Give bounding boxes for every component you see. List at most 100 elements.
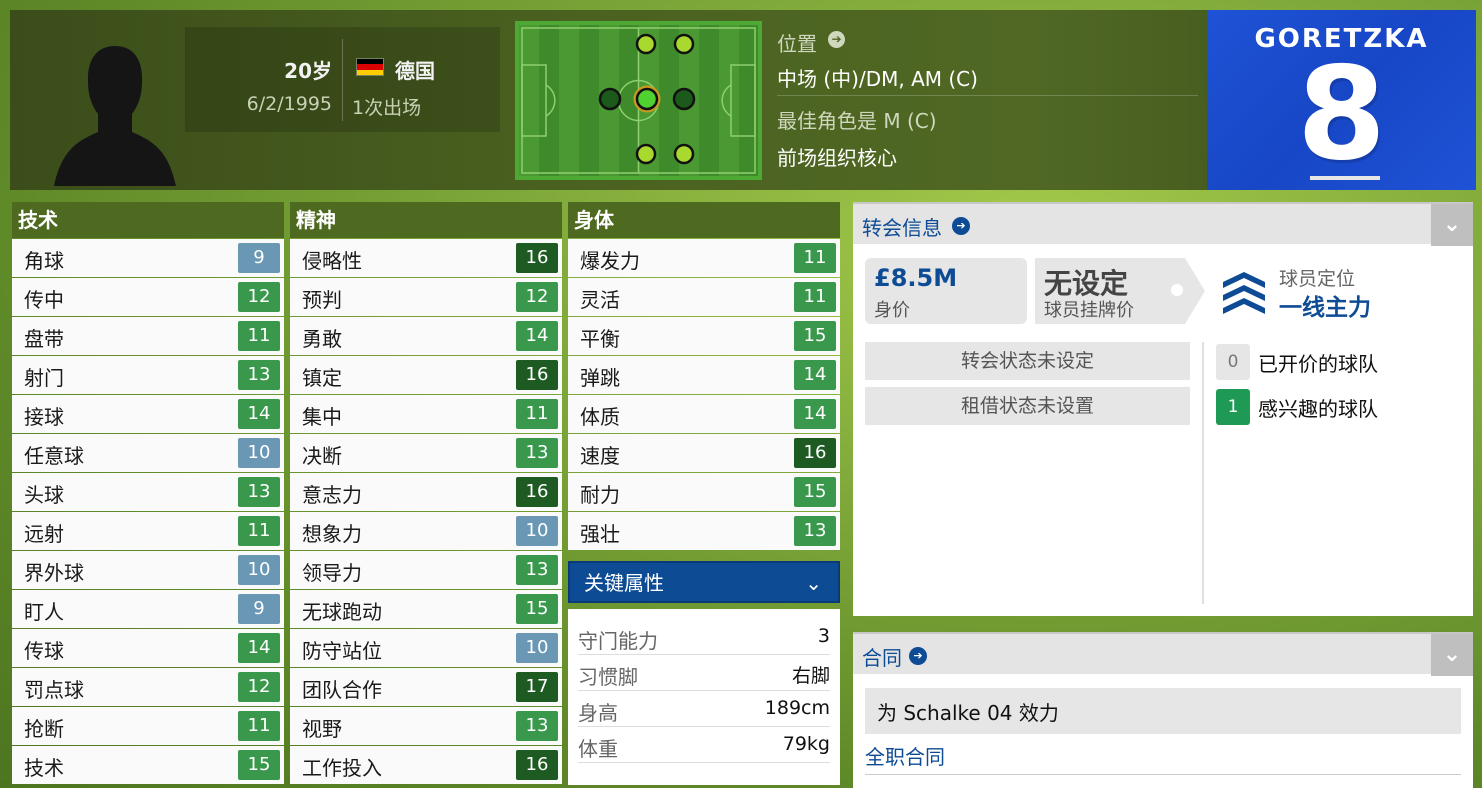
attribute-row[interactable]: 弹跳 14 [568, 356, 840, 394]
attribute-row[interactable]: 耐力 15 [568, 473, 840, 511]
arrow-right-icon[interactable]: ➔ [952, 217, 970, 235]
attribute-row[interactable]: 技术 15 [12, 746, 284, 784]
attribute-value: 11 [794, 243, 836, 273]
chevron-down-icon[interactable]: ⌄ [1431, 204, 1473, 246]
role-name[interactable]: 前场组织核心 [777, 142, 897, 171]
attribute-row[interactable]: 决断 13 [290, 434, 562, 472]
attribute-name: 盘带 [24, 327, 64, 351]
attribute-row[interactable]: 想象力 10 [290, 512, 562, 550]
attribute-row[interactable]: 角球 9 [12, 239, 284, 277]
position-value: 中场 (中)/DM, AM (C) [777, 67, 978, 91]
key-value: 79kg [782, 733, 830, 755]
transfer-title[interactable]: 转会信息 [862, 212, 942, 241]
loan-status-button[interactable]: 租借状态未设置 [865, 387, 1190, 425]
attribute-row[interactable]: 平衡 15 [568, 317, 840, 355]
attribute-row[interactable]: 爆发力 11 [568, 239, 840, 277]
squad-status-label: 球员定位 [1279, 268, 1356, 290]
attribute-value: 10 [238, 555, 280, 585]
shirt-collar [1310, 176, 1380, 180]
attribute-name: 灵活 [580, 288, 620, 312]
key-value: 3 [817, 625, 830, 647]
attribute-row[interactable]: 抢断 11 [12, 707, 284, 745]
attribute-row[interactable]: 领导力 13 [290, 551, 562, 589]
attribute-row[interactable]: 任意球 10 [12, 434, 284, 472]
bio-divider [342, 39, 343, 121]
attribute-row[interactable]: 界外球 10 [12, 551, 284, 589]
attribute-row[interactable]: 射门 13 [12, 356, 284, 394]
attribute-name: 角球 [24, 249, 64, 273]
attribute-name: 意志力 [302, 483, 362, 507]
arrow-right-icon[interactable]: ➔ [909, 647, 927, 665]
attribute-value: 16 [516, 477, 558, 507]
attribute-row[interactable]: 传球 14 [12, 629, 284, 667]
attribute-row[interactable]: 盯人 9 [12, 590, 284, 628]
attribute-row[interactable]: 远射 11 [12, 512, 284, 550]
attribute-row[interactable]: 团队合作 17 [290, 668, 562, 706]
contract-club: 为 Schalke 04 效力 [877, 701, 1059, 725]
attribute-value: 16 [794, 438, 836, 468]
attribute-value: 13 [238, 477, 280, 507]
attribute-name: 预判 [302, 288, 342, 312]
asking-price-dot [1171, 284, 1183, 296]
attribute-name: 工作投入 [302, 756, 382, 780]
attribute-name: 爆发力 [580, 249, 640, 273]
physical-column: 身体 爆发力 11 灵活 11 平衡 15 弹跳 14 体质 14 速度 16 耐力 15 强壮 13 [568, 202, 840, 550]
attribute-row[interactable]: 勇敢 14 [290, 317, 562, 355]
value-card: £8.5M 身价 [865, 258, 1027, 324]
player-nation[interactable]: 德国 [395, 55, 435, 84]
attribute-row[interactable]: 镇定 16 [290, 356, 562, 394]
key-attributes-dropdown[interactable]: 关键属性 ⌄ [568, 561, 840, 603]
attribute-value: 11 [238, 321, 280, 351]
arrow-right-icon[interactable]: ➔ [828, 31, 845, 48]
position-dot-amc-right [673, 33, 695, 55]
attribute-row[interactable]: 视野 13 [290, 707, 562, 745]
attribute-name: 集中 [302, 405, 342, 429]
position-divider [777, 95, 1198, 96]
attribute-name: 视野 [302, 717, 342, 741]
attribute-row[interactable]: 头球 13 [12, 473, 284, 511]
squad-status-icon [1223, 272, 1265, 314]
contract-title[interactable]: 合同 [862, 642, 902, 671]
attribute-name: 勇敢 [302, 327, 342, 351]
attribute-row[interactable]: 意志力 16 [290, 473, 562, 511]
attribute-row[interactable]: 速度 16 [568, 434, 840, 472]
interested-label: 感兴趣的球队 [1258, 397, 1378, 421]
transfer-status-button[interactable]: 转会状态未设定 [865, 342, 1190, 380]
key-row-height: 身高 189cm [578, 691, 830, 727]
attribute-value: 14 [516, 321, 558, 351]
attribute-name: 团队合作 [302, 678, 382, 702]
attribute-row[interactable]: 体质 14 [568, 395, 840, 433]
attribute-row[interactable]: 接球 14 [12, 395, 284, 433]
key-label: 体重 [578, 737, 618, 761]
attribute-row[interactable]: 无球跑动 15 [290, 590, 562, 628]
attribute-name: 射门 [24, 366, 64, 390]
attribute-name: 无球跑动 [302, 600, 382, 624]
attribute-value: 11 [516, 399, 558, 429]
squad-status-value[interactable]: 一线主力 [1279, 288, 1371, 322]
attribute-row[interactable]: 防守站位 10 [290, 629, 562, 667]
position-dot-mc-left [598, 87, 622, 111]
attribute-value: 10 [238, 438, 280, 468]
attribute-row[interactable]: 灵活 11 [568, 278, 840, 316]
attribute-row[interactable]: 强壮 13 [568, 512, 840, 550]
attribute-row[interactable]: 工作投入 16 [290, 746, 562, 784]
technical-column: 技术 角球 9 传中 12 盘带 11 射门 13 接球 14 任意球 10 头球 13 远射 11 界外球 10… [12, 202, 284, 784]
key-label: 习惯脚 [578, 665, 638, 689]
technical-header: 技术 [12, 202, 284, 238]
attribute-row[interactable]: 预判 12 [290, 278, 562, 316]
attribute-row[interactable]: 传中 12 [12, 278, 284, 316]
player-dob: 6/2/1995 [246, 93, 332, 115]
chevron-down-icon[interactable]: ⌄ [1431, 634, 1473, 676]
mental-column: 精神 侵略性 16 预判 12 勇敢 14 镇定 16 集中 11 决断 13 意志力 16 想象力 10 领导… [290, 202, 562, 784]
attribute-row[interactable]: 侵略性 16 [290, 239, 562, 277]
attribute-value: 12 [516, 282, 558, 312]
attribute-row[interactable]: 盘带 11 [12, 317, 284, 355]
bids-label: 已开价的球队 [1258, 352, 1378, 376]
shirt-panel: GORETZKA 8 [1207, 10, 1476, 190]
attribute-name: 领导力 [302, 561, 362, 585]
attribute-row[interactable]: 罚点球 12 [12, 668, 284, 706]
position-label[interactable]: 位置 [777, 28, 817, 57]
attribute-row[interactable]: 集中 11 [290, 395, 562, 433]
asking-price-card[interactable]: 无设定 球员挂牌价 [1035, 258, 1185, 324]
contract-type[interactable]: 全职合同 [865, 741, 945, 770]
